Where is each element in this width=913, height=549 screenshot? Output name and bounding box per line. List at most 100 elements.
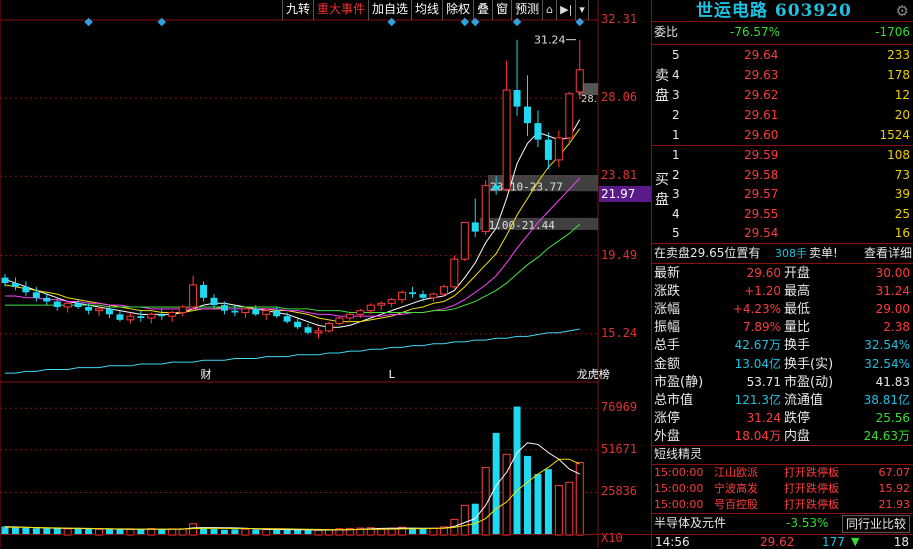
bid-volume: 108 xyxy=(887,148,910,162)
stat-value: 121.3亿 xyxy=(734,392,781,407)
candle-body xyxy=(524,106,531,124)
ask-level-row[interactable]: 5 29.64 233 xyxy=(652,46,913,65)
sector-name[interactable]: 半导体及元件 xyxy=(654,514,726,533)
price-zones: 23.10-23.77 21.00-21.44 28. xyxy=(480,83,598,232)
toolbar-button-0[interactable]: 九转 xyxy=(283,0,315,20)
industry-compare-button[interactable]: 同行业比较 xyxy=(841,515,910,533)
stat-value: 2.38 xyxy=(883,320,910,335)
volume-bar xyxy=(554,485,563,536)
stock-title[interactable]: 世运电路 603920 xyxy=(696,0,852,22)
bid-level-row[interactable]: 5 29.54 16 xyxy=(652,224,913,243)
candle-body xyxy=(1,277,9,284)
candle-body xyxy=(544,139,552,160)
bid-volume: 73 xyxy=(894,167,910,182)
candle-body xyxy=(43,297,51,302)
ask-price: 29.61 xyxy=(744,108,779,122)
stat-row: 金额 13.04亿 换手(实) 32.54% xyxy=(652,355,913,374)
stat-label: 涨跌 xyxy=(654,284,681,300)
ask-level-row[interactable]: 3 29.62 12 xyxy=(652,86,913,105)
notice-qty: 308手 xyxy=(775,247,807,260)
price-zone-label: 23.10-23.77 xyxy=(490,180,563,193)
ask-level-row[interactable]: 2 29.61 20 xyxy=(652,106,913,125)
bid-level-num: 3 xyxy=(672,187,680,201)
bid-level-num: 2 xyxy=(672,167,680,182)
candle-body xyxy=(283,316,291,322)
candle-body xyxy=(439,286,448,295)
bid-level-row[interactable]: 4 29.55 25 xyxy=(652,205,913,224)
stat-value: 38.81亿 xyxy=(863,392,910,407)
bid-level-row[interactable]: 3 29.57 39 xyxy=(652,185,913,204)
sprite-stock-name: 宁波高发 xyxy=(714,482,758,495)
price-tick-label: 28.06 xyxy=(601,90,638,105)
candle-body xyxy=(481,185,490,233)
bid-volume: 25 xyxy=(894,206,910,221)
sprite-value: 15.92 xyxy=(878,482,911,495)
stat-value: +1.20 xyxy=(744,284,781,299)
stat-value: +4.23% xyxy=(732,302,781,317)
stat-value: 32.54% xyxy=(864,338,910,353)
toolbar-button-3[interactable]: 均线 xyxy=(412,0,444,20)
candle-body xyxy=(168,311,177,317)
order-notice: 在卖盘29.65位置有 308手 卖单! 查看详细 xyxy=(652,244,913,263)
candle-body xyxy=(324,323,333,332)
sprite-row[interactable]: 15:00:00 号百控股 打开跌停板 21.93 xyxy=(652,497,913,513)
price-tick-label: 23.81 xyxy=(601,168,638,183)
candle-body xyxy=(387,299,396,304)
buy-side-label: 买盘 xyxy=(655,172,669,208)
kline-chart[interactable]: 23.10-23.77 21.00-21.44 28. 31.24 财 L 龙虎榜 xyxy=(0,0,650,548)
event-markers: 财 L 龙虎榜 xyxy=(84,17,610,381)
bid-price: 29.55 xyxy=(744,206,779,221)
stat-label: 换手 xyxy=(784,338,811,354)
ask-volume: 233 xyxy=(887,48,910,62)
stat-row: 总市值 121.3亿 流通值 38.81亿 xyxy=(652,391,913,410)
bid-level-num: 5 xyxy=(672,226,680,240)
candle-body xyxy=(471,222,479,232)
candle-body xyxy=(11,283,19,287)
tick-bar: 14:56 29.62 177 ▼ 18 xyxy=(0,534,913,549)
webi-label: 委比 xyxy=(654,25,679,39)
toolbar-button-5[interactable]: 叠 xyxy=(474,0,494,20)
sprite-time: 15:00:00 xyxy=(654,482,704,495)
volume-tick-label: 25836 xyxy=(601,484,638,499)
tick-price: 29.62 xyxy=(760,535,795,549)
volume-bar xyxy=(565,481,574,536)
sprite-title[interactable]: 短线精灵 xyxy=(654,445,702,464)
candle-body xyxy=(513,90,521,107)
stat-value: 7.89% xyxy=(742,320,781,335)
toolbar-button-7[interactable]: 预测 xyxy=(512,0,544,20)
sprite-row[interactable]: 15:00:00 宁波高发 打开跌停板 15.92 xyxy=(652,481,913,497)
stat-row: 外盘 18.04万 内盘 24.63万 xyxy=(652,427,913,446)
volume-bar xyxy=(544,469,552,535)
bid-level-row[interactable]: 2 29.58 73 xyxy=(652,166,913,185)
candle-body xyxy=(262,310,271,315)
candle-body xyxy=(314,330,323,334)
stat-row: 总手 42.67万 换手 32.54% xyxy=(652,336,913,355)
toolbar-button-2[interactable]: 加自选 xyxy=(369,0,413,20)
skip-end-icon[interactable]: ▶| xyxy=(557,0,577,20)
candle-body xyxy=(106,308,113,315)
ask-level-row[interactable]: 1 29.60 1524 xyxy=(652,126,913,145)
sprite-value: 21.93 xyxy=(878,498,911,511)
bid-level-row[interactable]: 1 29.59 108 xyxy=(652,146,913,165)
sprite-row[interactable]: 15:00:00 江山欧派 打开跌停板 67.07 xyxy=(652,465,913,481)
candle-body xyxy=(95,308,104,312)
toolbar-button-6[interactable]: 窗 xyxy=(493,0,513,20)
sprite-value: 67.07 xyxy=(878,466,911,479)
toolbar-button-4[interactable]: 除权 xyxy=(443,0,475,20)
sprite-event: 打开跌停板 xyxy=(784,482,839,495)
lock-icon[interactable]: ⌂ xyxy=(543,0,558,20)
candle-body xyxy=(450,258,459,288)
candle-body xyxy=(335,317,344,325)
stat-row: 振幅 7.89% 量比 2.38 xyxy=(652,318,913,337)
toolbar-button-1[interactable]: 重大事件 xyxy=(314,0,370,20)
notice-detail-link[interactable]: 查看详细 xyxy=(864,244,912,263)
bid-price: 29.54 xyxy=(744,226,779,240)
ask-level-row[interactable]: 4 29.63 178 xyxy=(652,66,913,85)
stat-label: 内盘 xyxy=(784,428,811,444)
ask-level-num: 5 xyxy=(672,48,680,62)
stat-value: 18.04万 xyxy=(734,428,781,443)
gear-icon[interactable]: ⚙ xyxy=(896,2,909,20)
candle-body xyxy=(85,306,93,311)
dropdown-icon[interactable]: ▾ xyxy=(576,0,589,20)
stat-label: 总市值 xyxy=(654,392,694,408)
